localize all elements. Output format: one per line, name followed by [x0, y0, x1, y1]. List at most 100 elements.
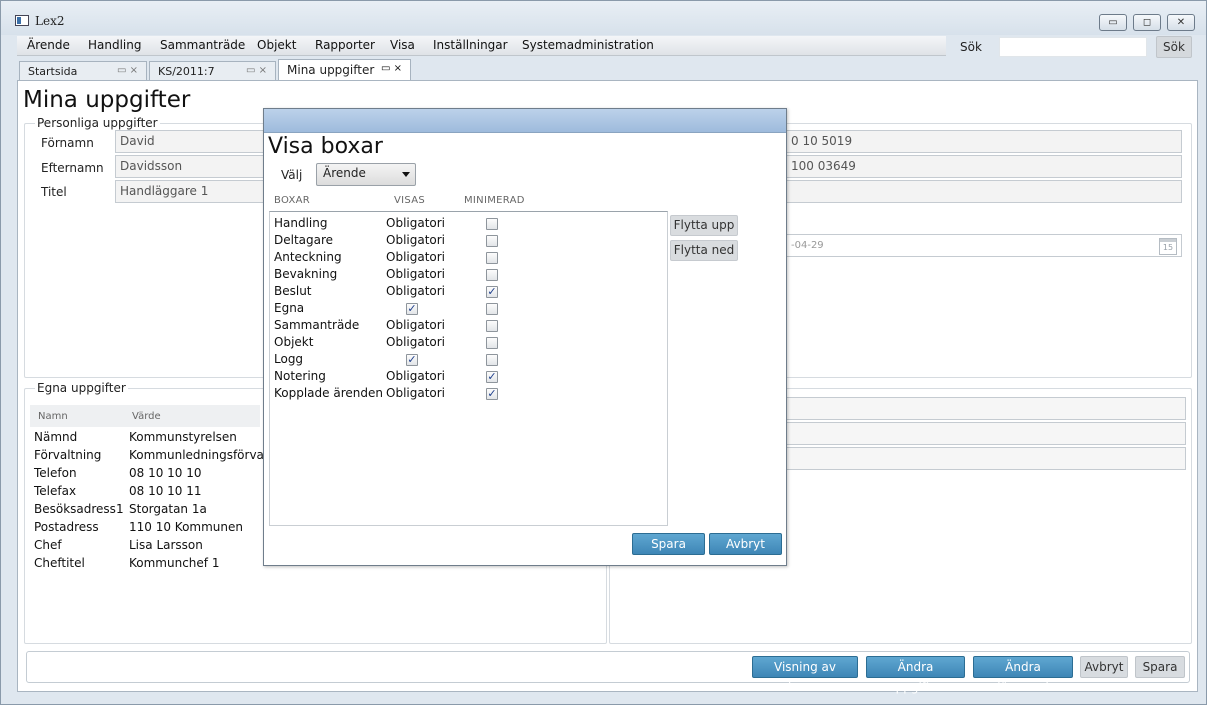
- egna-legend: Egna uppgifter: [35, 381, 128, 395]
- efternamn-label: Efternamn: [41, 161, 104, 175]
- flytta-upp-button[interactable]: Flytta upp: [670, 215, 738, 236]
- box-name: Deltagare: [274, 233, 334, 247]
- visas-value: Obligatori: [386, 250, 446, 264]
- mobile-field[interactable]: 100 03649: [786, 155, 1182, 178]
- minimerad-checkbox[interactable]: ✓: [486, 388, 498, 400]
- row-value: Kommunstyrelsen: [129, 430, 237, 444]
- boxar-list[interactable]: Handling Obligatori Deltagare Obligatori Ant…: [269, 211, 668, 526]
- visas-checkbox[interactable]: ✓: [406, 354, 418, 366]
- list-item[interactable]: Sammanträde Obligatori: [274, 318, 654, 335]
- minimerad-checkbox[interactable]: [486, 337, 498, 349]
- col-minimerad: MINIMERAD: [464, 195, 525, 206]
- right-field-3[interactable]: [786, 447, 1186, 470]
- dialog-avbryt-button[interactable]: Avbryt: [709, 533, 782, 555]
- box-name: Sammanträde: [274, 318, 360, 332]
- list-item[interactable]: Deltagare Obligatori: [274, 233, 654, 250]
- avbryt-button[interactable]: Avbryt: [1080, 656, 1128, 678]
- list-item[interactable]: Anteckning Obligatori: [274, 250, 654, 267]
- andra-losenord-button[interactable]: Ändra lösenord: [973, 656, 1073, 694]
- andra-uppgifter-button[interactable]: Ändra uppgifter: [866, 656, 965, 694]
- minimerad-checkbox[interactable]: [486, 354, 498, 366]
- tab-startsida[interactable]: Startsida ▭ ×: [19, 61, 147, 81]
- titel-field[interactable]: Handläggare 1: [115, 180, 265, 203]
- phone-field[interactable]: 0 10 5019: [786, 130, 1182, 153]
- list-item[interactable]: Objekt Obligatori: [274, 335, 654, 352]
- dialog-title: Visa boxar: [268, 134, 383, 159]
- date-field[interactable]: -04-29 15: [786, 234, 1182, 257]
- list-item[interactable]: Logg ✓: [274, 352, 654, 369]
- minimerad-checkbox[interactable]: ✓: [486, 371, 498, 383]
- list-item[interactable]: Beslut Obligatori ✓: [274, 284, 654, 301]
- right-field-2[interactable]: [786, 422, 1186, 445]
- valj-select[interactable]: Ärende: [316, 163, 416, 186]
- box-name: Handling: [274, 216, 328, 230]
- row-key: Cheftitel: [34, 556, 85, 570]
- minimerad-checkbox[interactable]: [486, 320, 498, 332]
- visas-value: Obligatori: [386, 369, 446, 383]
- visning-av-boxar-button[interactable]: Visning av boxar: [752, 656, 858, 694]
- list-item[interactable]: Notering Obligatori ✓: [274, 369, 654, 386]
- egna-header-key: Namn: [38, 411, 68, 422]
- close-button[interactable]: ✕: [1167, 14, 1195, 31]
- list-item[interactable]: Egna ✓: [274, 301, 654, 318]
- box-name: Egna: [274, 301, 305, 315]
- col-visas: VISAS: [394, 195, 426, 206]
- titel-label: Titel: [41, 185, 67, 199]
- minimerad-checkbox[interactable]: [486, 269, 498, 281]
- list-item[interactable]: Bevakning Obligatori: [274, 267, 654, 284]
- list-item[interactable]: Kopplade ärenden Obligatori ✓: [274, 386, 654, 403]
- spara-button[interactable]: Spara: [1135, 656, 1185, 678]
- app-icon: [15, 15, 29, 26]
- menu-systemadministration[interactable]: Systemadministration: [522, 38, 654, 52]
- tab-close-icon[interactable]: ▭ ×: [381, 63, 402, 74]
- menu-objekt[interactable]: Objekt: [257, 38, 296, 52]
- box-name: Objekt: [274, 335, 314, 349]
- egna-table-header: Namn Värde: [30, 405, 260, 427]
- box-name: Logg: [274, 352, 304, 366]
- menu-arende[interactable]: Ärende: [27, 38, 70, 52]
- minimerad-checkbox[interactable]: [486, 252, 498, 264]
- row-value: Lisa Larsson: [129, 538, 203, 552]
- egna-header-value: Värde: [132, 411, 161, 422]
- minimize-button[interactable]: ▭: [1099, 14, 1127, 31]
- row-value: 08 10 10 11: [129, 484, 202, 498]
- tab-label: KS/2011:7: [158, 65, 215, 78]
- app-title: Lex2: [35, 14, 65, 28]
- fornamn-field[interactable]: David: [115, 130, 265, 153]
- minimerad-checkbox[interactable]: [486, 218, 498, 230]
- tab-bar: Startsida ▭ × KS/2011:7 ▭ × Mina uppgift…: [17, 59, 1192, 81]
- visas-checkbox[interactable]: ✓: [406, 303, 418, 315]
- menu-handling[interactable]: Handling: [88, 38, 142, 52]
- minimerad-checkbox[interactable]: ✓: [486, 286, 498, 298]
- menu-rapporter[interactable]: Rapporter: [315, 38, 375, 52]
- flytta-ned-button[interactable]: Flytta ned: [670, 240, 738, 261]
- maximize-button[interactable]: ◻: [1133, 14, 1161, 31]
- minimerad-checkbox[interactable]: [486, 235, 498, 247]
- minimerad-checkbox[interactable]: [486, 303, 498, 315]
- tab-close-icon[interactable]: ▭ ×: [117, 65, 138, 76]
- menu-visa[interactable]: Visa: [390, 38, 415, 52]
- tab-label: Mina uppgifter: [287, 63, 375, 77]
- search-input[interactable]: [999, 37, 1147, 57]
- dialog-spara-button[interactable]: Spara: [632, 533, 705, 555]
- visas-value: Obligatori: [386, 233, 446, 247]
- right-field-1[interactable]: [786, 397, 1186, 420]
- menu-sammantrade[interactable]: Sammanträde: [160, 38, 245, 52]
- box-name: Anteckning: [274, 250, 342, 264]
- tab-ks-2011-7[interactable]: KS/2011:7 ▭ ×: [149, 61, 276, 81]
- calendar-icon[interactable]: 15: [1159, 238, 1177, 255]
- valj-select-value: Ärende: [323, 166, 366, 180]
- menu-installningar[interactable]: Inställningar: [433, 38, 508, 52]
- search-button[interactable]: Sök: [1156, 36, 1192, 58]
- date-value: -04-29: [791, 240, 824, 251]
- efternamn-field[interactable]: Davidsson: [115, 155, 265, 178]
- tab-close-icon[interactable]: ▭ ×: [246, 65, 267, 76]
- visas-value: Obligatori: [386, 267, 446, 281]
- email-field[interactable]: [786, 180, 1182, 203]
- personal-legend: Personliga uppgifter: [35, 116, 160, 130]
- list-item[interactable]: Handling Obligatori: [274, 216, 654, 233]
- row-value: Kommunledningsförval: [129, 448, 268, 462]
- dialog-titlebar[interactable]: [264, 109, 786, 133]
- tab-mina-uppgifter[interactable]: Mina uppgifter ▭ ×: [278, 59, 411, 81]
- row-value: 110 10 Kommunen: [129, 520, 243, 534]
